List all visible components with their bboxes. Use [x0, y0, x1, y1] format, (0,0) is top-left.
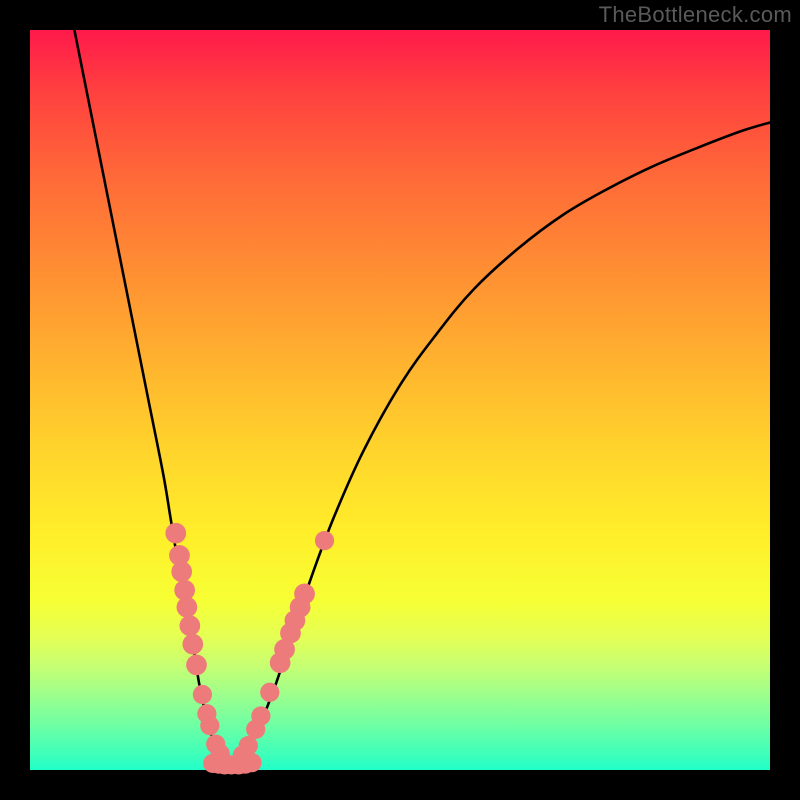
scatter-point	[186, 655, 207, 676]
scatter-point	[200, 716, 219, 735]
scatter-point	[251, 706, 270, 725]
curve-lines	[74, 30, 770, 765]
scatter-points	[165, 523, 334, 775]
scatter-point	[171, 561, 192, 582]
scatter-point	[193, 685, 212, 704]
scatter-point	[177, 597, 198, 618]
scatter-point	[294, 584, 315, 605]
scatter-point	[165, 523, 186, 544]
watermark-text: TheBottleneck.com	[599, 2, 792, 28]
curve-curve-right	[234, 123, 771, 765]
scatter-point	[260, 683, 279, 702]
scatter-point	[182, 634, 203, 655]
chart-svg	[30, 30, 770, 770]
plot-area	[30, 30, 770, 770]
chart-frame: TheBottleneck.com	[0, 0, 800, 800]
scatter-point	[179, 615, 200, 636]
curve-curve-left	[74, 30, 233, 765]
scatter-point	[315, 531, 334, 550]
